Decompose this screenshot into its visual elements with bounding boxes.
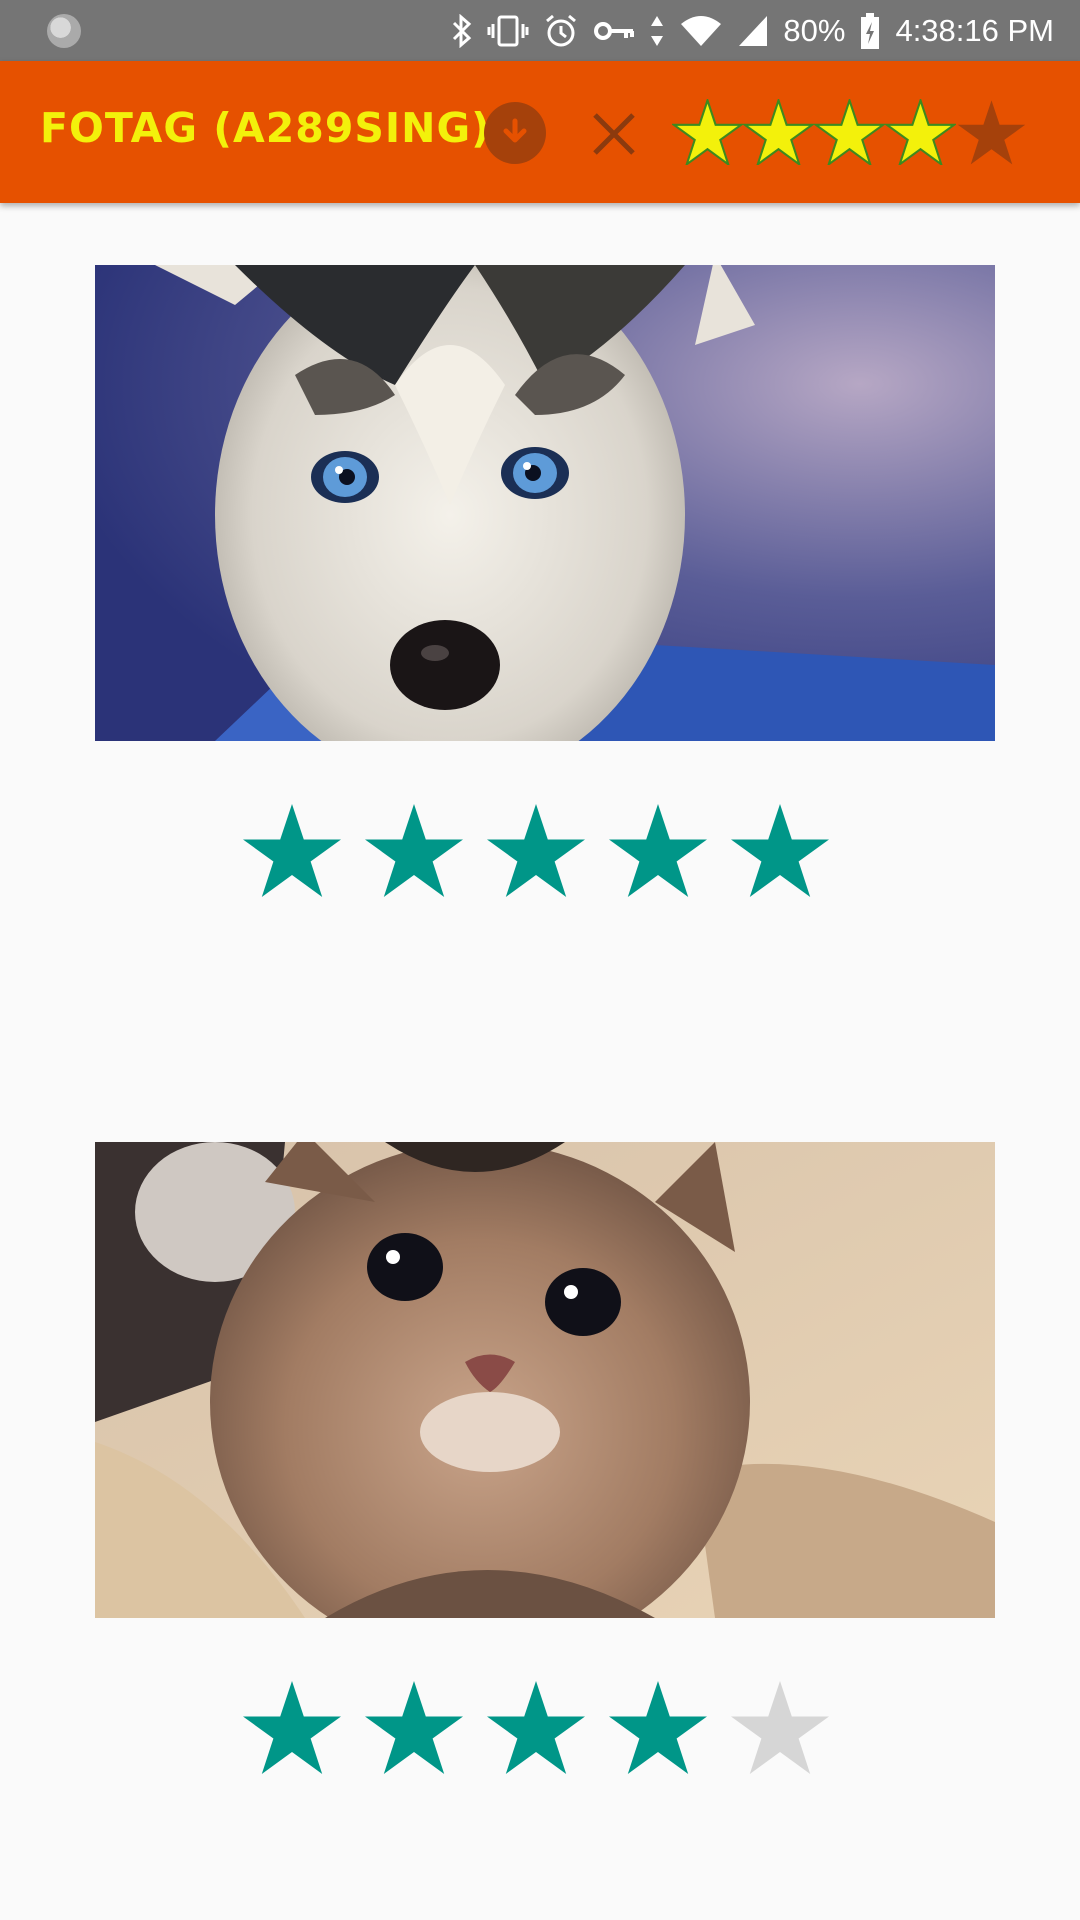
alarm-icon (546, 14, 577, 46)
rating-star-filled[interactable] (608, 1679, 708, 1775)
filter-star-filled[interactable] (672, 99, 743, 165)
rating-star-filled[interactable] (486, 802, 586, 898)
clock: 4:38:16 PM (895, 12, 1054, 48)
rating-star-filled[interactable] (242, 1679, 342, 1775)
rating-star-empty[interactable] (730, 1679, 830, 1775)
app-title: FOTAG (A289SING) (40, 104, 491, 152)
status-bar: 80% 4:38:16 PM (0, 0, 1080, 61)
signal-icon (739, 15, 768, 46)
battery-percent: 80% (783, 12, 846, 48)
photo-rating[interactable] (242, 802, 830, 898)
status-icons: 80% 4:38:16 PM (451, 0, 1054, 61)
filter-star-filled[interactable] (814, 99, 885, 165)
download-circle-icon (503, 118, 527, 143)
filter-rating[interactable] (672, 99, 1027, 165)
filter-star-filled[interactable] (743, 99, 814, 165)
data-arrows-icon (651, 15, 664, 46)
load-images-button[interactable] (484, 102, 546, 164)
close-icon (593, 113, 635, 155)
wifi-icon (681, 15, 722, 46)
photo-rating[interactable] (242, 1679, 830, 1775)
photo-card (95, 265, 995, 897)
vpn-key-icon (594, 21, 635, 40)
husky-photo[interactable] (95, 265, 995, 741)
vibrate-icon (487, 15, 529, 46)
bluetooth-icon (453, 13, 472, 48)
app-bar: FOTAG (A289SING) (0, 61, 1080, 203)
battery-charging-icon (861, 12, 880, 49)
filter-star-filled[interactable] (885, 99, 956, 165)
rating-star-filled[interactable] (608, 802, 708, 898)
rating-star-filled[interactable] (364, 802, 464, 898)
filter-star-empty[interactable] (956, 99, 1027, 165)
clear-button[interactable] (584, 104, 644, 164)
rating-star-filled[interactable] (730, 802, 830, 898)
kitten-photo[interactable] (95, 1142, 995, 1618)
rating-star-filled[interactable] (242, 802, 342, 898)
notification-icon (47, 14, 81, 48)
rating-star-filled[interactable] (364, 1679, 464, 1775)
rating-star-filled[interactable] (486, 1679, 586, 1775)
photo-card (95, 1142, 995, 1774)
